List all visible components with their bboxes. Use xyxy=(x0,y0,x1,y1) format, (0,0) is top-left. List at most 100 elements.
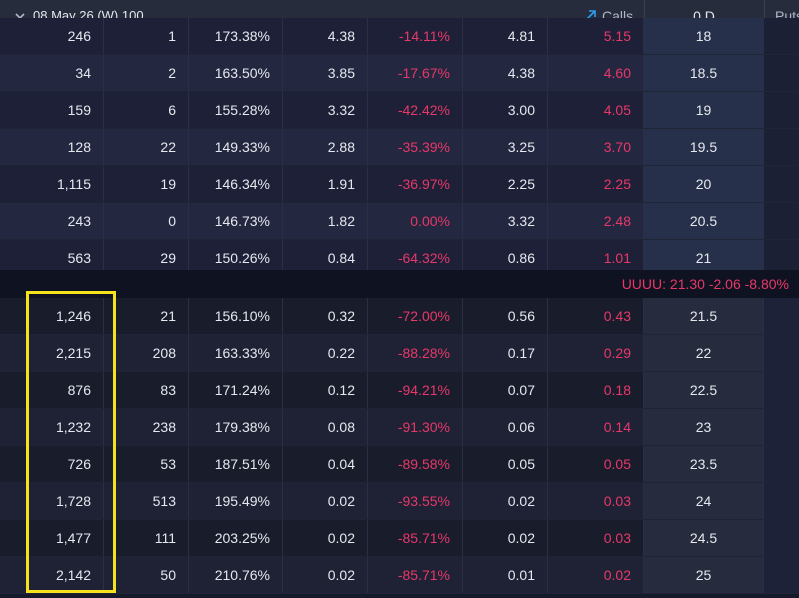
ask-cell: 0.06 xyxy=(463,409,548,445)
otm-calls-section: 1,246 21 156.10% 0.32 -72.00% 0.56 0.43 21.5 2,2… xyxy=(0,298,799,594)
volume-cell: 128 xyxy=(0,129,104,165)
puts-cell xyxy=(764,55,799,91)
itm-calls-section: 246 1 173.38% 4.38 -14.11% 4.81 5.15 18 34 2 163.5… xyxy=(0,18,799,277)
option-row[interactable]: 1,115 19 146.34% 1.91 -36.97% 2.25 2.25 20 xyxy=(0,166,799,203)
open-interest-cell: 0 xyxy=(104,203,189,239)
change-cell: -36.97% xyxy=(368,166,463,202)
strike-cell: 20.5 xyxy=(644,203,764,239)
open-interest-cell: 83 xyxy=(104,372,189,408)
option-row[interactable]: 1,232 238 179.38% 0.08 -91.30% 0.06 0.14 23 xyxy=(0,409,799,446)
change-cell: -89.58% xyxy=(368,446,463,482)
volume-cell: 246 xyxy=(0,18,104,54)
last-cell: 0.03 xyxy=(548,483,644,519)
change-cell: -91.30% xyxy=(368,409,463,445)
last-cell: 4.05 xyxy=(548,92,644,128)
bid-cell: 4.38 xyxy=(283,18,368,54)
open-interest-cell: 53 xyxy=(104,446,189,482)
iv-cell: 203.25% xyxy=(189,520,283,556)
iv-cell: 163.50% xyxy=(189,55,283,91)
underlying-price-separator: UUUU: 21.30 -2.06 -8.80% xyxy=(0,270,799,298)
bid-cell: 0.02 xyxy=(283,557,368,593)
option-row[interactable]: 1,728 513 195.49% 0.02 -93.55% 0.02 0.03 24 xyxy=(0,483,799,520)
option-row[interactable]: 1,477 111 203.25% 0.02 -85.71% 0.02 0.03 24.5 xyxy=(0,520,799,557)
iv-cell: 156.10% xyxy=(189,298,283,334)
puts-cell xyxy=(764,18,799,54)
bid-cell: 0.32 xyxy=(283,298,368,334)
ask-cell: 3.25 xyxy=(463,129,548,165)
option-row[interactable]: 128 22 149.33% 2.88 -35.39% 3.25 3.70 19.5 xyxy=(0,129,799,166)
bid-cell: 1.91 xyxy=(283,166,368,202)
iv-cell: 155.28% xyxy=(189,92,283,128)
option-row[interactable]: 2,142 50 210.76% 0.02 -85.71% 0.01 0.02 25 xyxy=(0,557,799,594)
change-cell: -35.39% xyxy=(368,129,463,165)
change-cell: -93.55% xyxy=(368,483,463,519)
last-cell: 2.48 xyxy=(548,203,644,239)
ask-cell: 0.02 xyxy=(463,483,548,519)
option-row[interactable]: 876 83 171.24% 0.12 -94.21% 0.07 0.18 22.5 xyxy=(0,372,799,409)
open-interest-cell: 50 xyxy=(104,557,189,593)
ask-cell: 0.05 xyxy=(463,446,548,482)
volume-cell: 243 xyxy=(0,203,104,239)
last-cell: 0.18 xyxy=(548,372,644,408)
option-row[interactable]: 243 0 146.73% 1.82 0.00% 3.32 2.48 20.5 xyxy=(0,203,799,240)
open-interest-cell: 21 xyxy=(104,298,189,334)
underlying-price-label: UUUU: 21.30 -2.06 -8.80% xyxy=(621,276,789,292)
option-row[interactable]: 2,215 208 163.33% 0.22 -88.28% 0.17 0.29 22 xyxy=(0,335,799,372)
change-cell: -72.00% xyxy=(368,298,463,334)
last-cell: 5.15 xyxy=(548,18,644,54)
volume-cell: 1,232 xyxy=(0,409,104,445)
last-cell: 0.14 xyxy=(548,409,644,445)
ask-cell: 0.17 xyxy=(463,335,548,371)
change-cell: 0.00% xyxy=(368,203,463,239)
iv-cell: 146.34% xyxy=(189,166,283,202)
puts-cell xyxy=(764,409,799,445)
bid-cell: 3.32 xyxy=(283,92,368,128)
bid-cell: 0.02 xyxy=(283,520,368,556)
change-cell: -85.71% xyxy=(368,557,463,593)
ask-cell: 0.01 xyxy=(463,557,548,593)
last-cell: 3.70 xyxy=(548,129,644,165)
open-interest-cell: 1 xyxy=(104,18,189,54)
bid-cell: 0.02 xyxy=(283,483,368,519)
iv-cell: 146.73% xyxy=(189,203,283,239)
option-row[interactable]: 34 2 163.50% 3.85 -17.67% 4.38 4.60 18.5 xyxy=(0,55,799,92)
last-cell: 2.25 xyxy=(548,166,644,202)
volume-cell: 2,215 xyxy=(0,335,104,371)
puts-cell xyxy=(764,335,799,371)
last-cell: 0.29 xyxy=(548,335,644,371)
ask-cell: 0.02 xyxy=(463,520,548,556)
iv-cell: 173.38% xyxy=(189,18,283,54)
ask-cell: 4.81 xyxy=(463,18,548,54)
volume-cell: 1,728 xyxy=(0,483,104,519)
puts-cell xyxy=(764,520,799,556)
ask-cell: 4.38 xyxy=(463,55,548,91)
strike-cell: 21.5 xyxy=(644,298,764,334)
iv-cell: 187.51% xyxy=(189,446,283,482)
option-row[interactable]: 159 6 155.28% 3.32 -42.42% 3.00 4.05 19 xyxy=(0,92,799,129)
option-row[interactable]: 246 1 173.38% 4.38 -14.11% 4.81 5.15 18 xyxy=(0,18,799,55)
open-interest-cell: 208 xyxy=(104,335,189,371)
volume-cell: 1,246 xyxy=(0,298,104,334)
volume-cell: 1,115 xyxy=(0,166,104,202)
puts-cell xyxy=(764,92,799,128)
option-row[interactable]: 726 53 187.51% 0.04 -89.58% 0.05 0.05 23.5 xyxy=(0,446,799,483)
strike-cell: 24.5 xyxy=(644,520,764,556)
strike-cell: 23 xyxy=(644,409,764,445)
puts-cell xyxy=(764,446,799,482)
strike-cell: 18 xyxy=(644,18,764,54)
ask-cell: 0.07 xyxy=(463,372,548,408)
open-interest-cell: 513 xyxy=(104,483,189,519)
last-cell: 0.05 xyxy=(548,446,644,482)
option-row[interactable]: 1,246 21 156.10% 0.32 -72.00% 0.56 0.43 21.5 xyxy=(0,298,799,335)
change-cell: -94.21% xyxy=(368,372,463,408)
strike-cell: 23.5 xyxy=(644,446,764,482)
open-interest-cell: 6 xyxy=(104,92,189,128)
volume-cell: 159 xyxy=(0,92,104,128)
open-interest-cell: 19 xyxy=(104,166,189,202)
ask-cell: 3.00 xyxy=(463,92,548,128)
strike-cell: 19 xyxy=(644,92,764,128)
ask-cell: 3.32 xyxy=(463,203,548,239)
change-cell: -42.42% xyxy=(368,92,463,128)
puts-cell xyxy=(764,372,799,408)
iv-cell: 210.76% xyxy=(189,557,283,593)
